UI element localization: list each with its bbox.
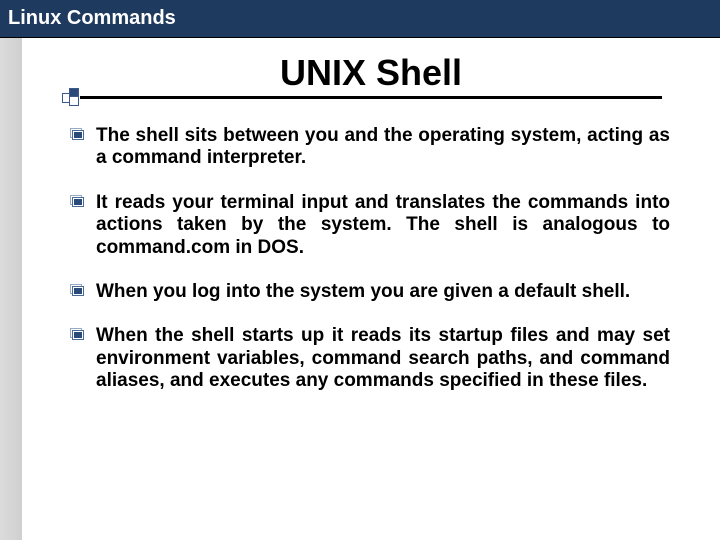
- title-rule: [80, 96, 662, 99]
- slide-title: UNIX Shell: [280, 52, 462, 94]
- bullet-icon: [70, 195, 86, 209]
- left-rail: [0, 38, 22, 540]
- title-wrap: UNIX Shell: [52, 52, 690, 94]
- bullet-icon: [70, 328, 86, 342]
- bullet-text: The shell sits between you and the opera…: [96, 125, 670, 168]
- bullet-icon: [70, 128, 86, 142]
- bullet-item: It reads your terminal input and transla…: [96, 192, 670, 259]
- bullet-text: When you log into the system you are giv…: [96, 281, 630, 302]
- bullet-item: When the shell starts up it reads its st…: [96, 325, 670, 392]
- title-ornament-icon: [62, 88, 82, 106]
- header-bar: Linux Commands: [0, 0, 720, 38]
- bullet-list: The shell sits between you and the opera…: [96, 125, 670, 393]
- bullet-item: When you log into the system you are giv…: [96, 281, 670, 303]
- bullet-icon: [70, 284, 86, 298]
- bullet-text: It reads your terminal input and transla…: [96, 192, 670, 258]
- bullet-item: The shell sits between you and the opera…: [96, 125, 670, 170]
- header-title: Linux Commands: [8, 7, 176, 30]
- bullet-text: When the shell starts up it reads its st…: [96, 325, 670, 391]
- slide-content: UNIX Shell The shell sits between you an…: [22, 52, 720, 393]
